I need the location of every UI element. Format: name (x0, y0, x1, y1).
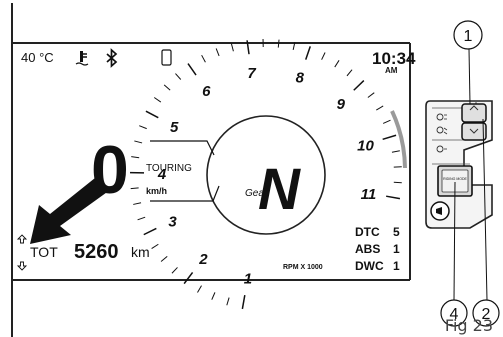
tach-minor-tick (230, 43, 234, 52)
setting-value-dwc: 1 (393, 259, 400, 273)
tach-label-10: 10 (357, 138, 374, 155)
tach-major-tick (353, 79, 365, 91)
tach-minor-tick (171, 267, 178, 274)
pointer-arrow (30, 178, 110, 244)
mode-rocker-bottom[interactable] (461, 122, 487, 141)
tach-label-3: 3 (168, 214, 177, 231)
tach-minor-tick (201, 54, 206, 63)
tach-major-tick (386, 195, 401, 200)
speed-unit: km/h (146, 186, 167, 196)
riding-mode: TOURING (146, 163, 192, 174)
setting-name-dtc: DTC (355, 225, 380, 239)
tach-minor-tick (137, 216, 146, 221)
tach-minor-tick (226, 297, 230, 306)
rpm-unit: RPM X 1000 (283, 264, 323, 271)
setting-name-abs: ABS (355, 242, 380, 256)
callout-1-label: 1 (464, 28, 473, 45)
scroll-down-icon (16, 261, 28, 271)
tach-minor-tick (130, 187, 139, 190)
tach-major-tick (143, 227, 157, 236)
redline-band (390, 110, 407, 169)
clock-meridiem: AM (385, 66, 398, 75)
scroll-up-icon (16, 234, 28, 244)
left-switch-block: RIDING MODE (425, 100, 493, 229)
tach-major-tick (183, 271, 194, 285)
tach-minor-tick (153, 97, 162, 103)
tach-minor-tick (334, 60, 340, 68)
tach-minor-tick (139, 125, 147, 130)
tach-minor-tick (376, 105, 384, 111)
tach-minor-tick (160, 256, 168, 262)
odometer-unit: km (131, 244, 150, 260)
tach-minor-tick (367, 92, 375, 98)
coolant-temperature-icon (75, 51, 89, 66)
tach-minor-tick (391, 150, 400, 153)
tach-minor-tick (321, 52, 326, 60)
tach-label-6: 6 (202, 83, 211, 100)
tach-minor-tick (131, 156, 140, 159)
button-text: RIDING MODE (443, 177, 467, 181)
tach-minor-tick (175, 73, 182, 80)
odometer-value: 5260 (74, 241, 119, 263)
tach-label-5: 5 (170, 119, 179, 136)
tach-minor-tick (151, 243, 159, 249)
tach-major-tick (241, 295, 246, 310)
callout-1-leader (468, 48, 471, 105)
tach-label-2: 2 (198, 251, 208, 268)
tach-label-7: 7 (247, 65, 256, 82)
tach-minor-tick (277, 39, 280, 48)
tach-minor-tick (211, 292, 216, 300)
tach-minor-tick (215, 48, 220, 57)
temperature-readout: 40 °C (21, 50, 54, 65)
setting-name-dwc: DWC (355, 259, 384, 273)
bluetooth-icon (106, 48, 118, 68)
tach-minor-tick (382, 119, 391, 124)
figure-caption: Fig 23 (444, 316, 493, 335)
tach-label-11: 11 (361, 186, 377, 203)
tach-major-tick (305, 46, 311, 60)
speed-leader-line (150, 140, 215, 156)
tach-minor-tick (346, 69, 353, 77)
tach-minor-tick (197, 285, 202, 293)
tach-major-tick (187, 63, 197, 76)
phone-icon (161, 49, 172, 66)
tach-minor-tick (133, 202, 142, 205)
gear-indicator: N (258, 157, 301, 222)
tach-label-8: 8 (296, 70, 305, 87)
tach-label-9: 9 (337, 96, 346, 113)
odometer-label: TOT (30, 244, 58, 260)
setting-value-dtc: 5 (393, 225, 400, 239)
tach-minor-tick (134, 140, 143, 144)
tach-label-1: 1 (244, 270, 252, 287)
tach-minor-tick (163, 84, 171, 91)
tach-major-tick (382, 134, 397, 141)
setting-value-abs: 1 (393, 242, 400, 256)
tach-major-tick (145, 110, 159, 119)
